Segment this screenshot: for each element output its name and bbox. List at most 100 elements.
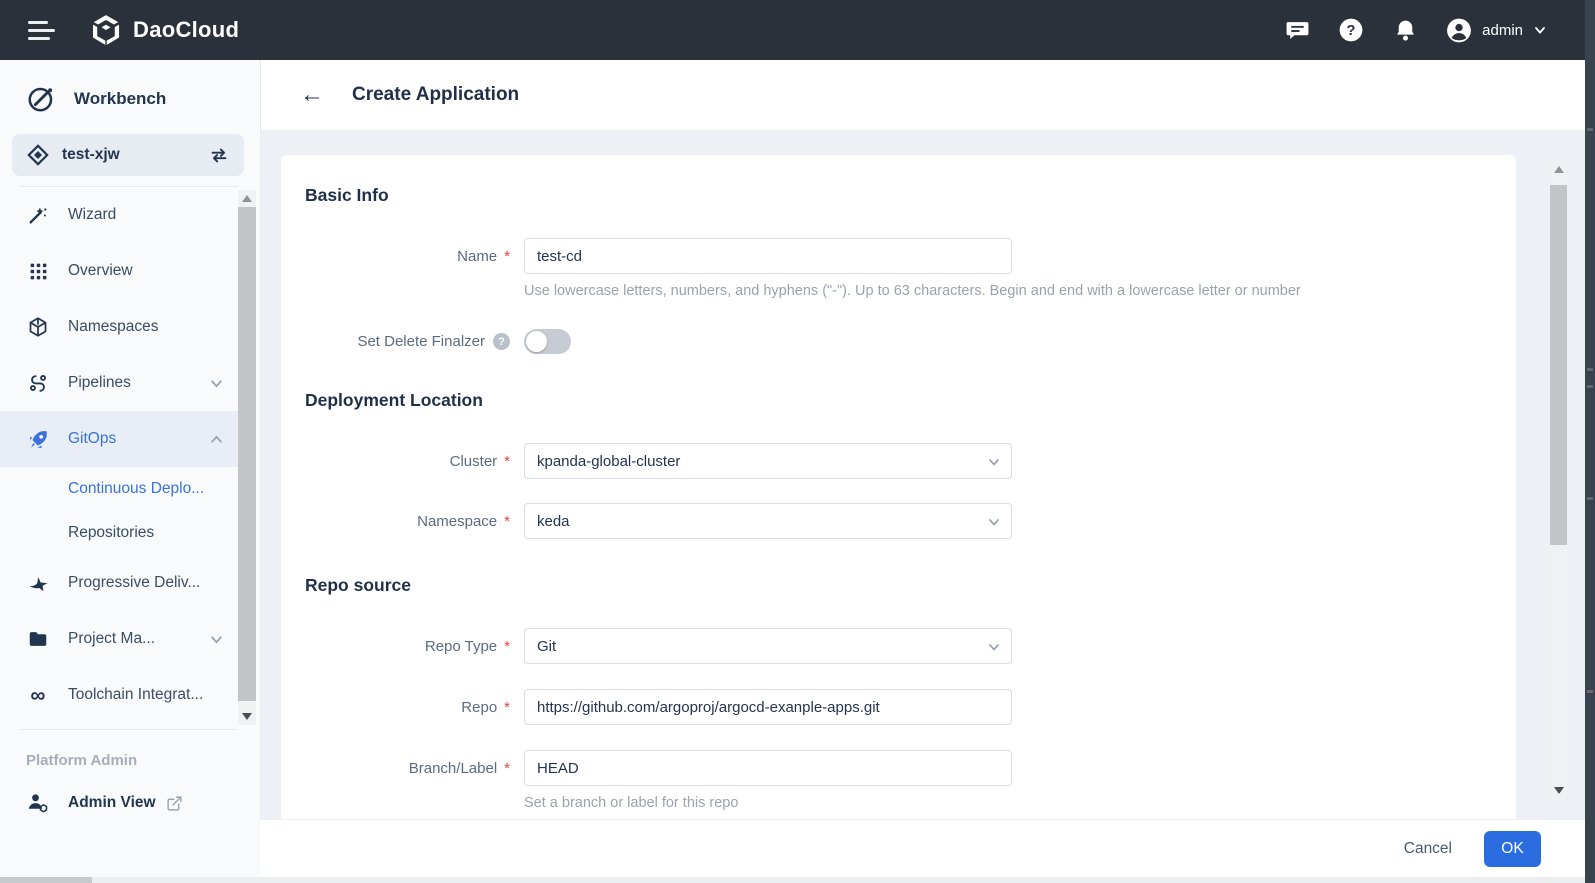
branch-field-row: Branch/Label * [305, 750, 1516, 786]
sidebar-item-wizard[interactable]: Wizard [0, 187, 238, 243]
section-basic-info: Basic Info [305, 185, 1516, 206]
repo-type-field-row: Repo Type * Git [305, 628, 1516, 664]
workbench-icon [26, 84, 56, 114]
admin-user-icon [26, 791, 50, 815]
sidebar-item-overview[interactable]: Overview [0, 243, 238, 299]
form-footer: Cancel OK [260, 819, 1585, 877]
chevron-up-icon [209, 432, 224, 447]
horizontal-scrollbar [0, 877, 1585, 883]
wand-icon [26, 204, 50, 226]
required-marker: * [504, 760, 510, 777]
chevron-down-icon [209, 376, 224, 391]
cluster-select-value: kpanda-global-cluster [537, 453, 680, 470]
sidebar-subitem-continuous-deployment[interactable]: Continuous Deplo... [0, 467, 260, 511]
workbench-label: Workbench [74, 89, 166, 109]
finalizer-toggle[interactable] [524, 329, 571, 354]
scrollbar-thumb[interactable] [1550, 185, 1567, 545]
app-header: DaoCloud ? [0, 0, 1595, 60]
required-marker: * [504, 248, 510, 265]
sidebar-divider [20, 729, 238, 730]
ok-button[interactable]: OK [1484, 831, 1541, 867]
sidebar-subitem-repositories[interactable]: Repositories [0, 511, 260, 555]
user-name: admin [1482, 22, 1523, 39]
page-title: Create Application [352, 84, 519, 106]
header-actions: ? admin [1284, 17, 1547, 43]
sidebar-subitem-label: Continuous Deplo... [68, 480, 204, 498]
namespace-select[interactable]: keda [524, 503, 1012, 539]
name-input[interactable] [524, 238, 1012, 274]
sidebar-scrollbar [238, 190, 256, 725]
bird-icon [26, 572, 50, 595]
name-field-row: Name * [305, 238, 1516, 274]
rocket-icon [26, 428, 50, 451]
workspace-selector[interactable]: test-xjw [12, 134, 244, 176]
switch-workspace-icon[interactable] [208, 144, 230, 166]
sidebar-item-toolchain-integration[interactable]: ∞ Toolchain Integrat... [0, 667, 238, 723]
brand-name: DaoCloud [133, 17, 239, 43]
name-label: Name [457, 248, 497, 265]
branch-input[interactable] [524, 750, 1012, 786]
sidebar-item-label: Toolchain Integrat... [68, 686, 203, 704]
section-repo-source: Repo source [305, 575, 1516, 596]
sidebar-item-label: Project Ma... [68, 630, 155, 648]
scrollbar-thumb[interactable] [0, 877, 92, 883]
required-marker: * [504, 453, 510, 470]
sidebar-item-label: Wizard [68, 206, 116, 224]
svg-text:?: ? [1347, 23, 1356, 39]
sidebar-item-progressive-delivery[interactable]: Progressive Deliv... [0, 555, 238, 611]
sidebar-item-pipelines[interactable]: Pipelines [0, 355, 238, 411]
sidebar-item-gitops[interactable]: GitOps [0, 411, 238, 467]
sidebar-item-project-management[interactable]: Project Ma... [0, 611, 238, 667]
sidebar-subitem-label: Repositories [68, 524, 154, 542]
back-arrow-icon[interactable]: ← [300, 83, 324, 107]
feedback-icon[interactable] [1284, 17, 1310, 43]
chevron-down-icon [987, 640, 1001, 658]
chevron-down-icon [987, 455, 1001, 473]
finalizer-label: Set Delete Finalzer [357, 333, 485, 350]
branch-helper-text: Set a branch or label for this repo [524, 795, 1516, 811]
chevron-down-icon [209, 632, 224, 647]
scroll-up-arrow[interactable] [1554, 166, 1564, 173]
folder-icon [26, 628, 50, 650]
namespace-field-row: Namespace * keda [305, 503, 1516, 539]
avatar [1446, 17, 1472, 43]
sidebar-item-label: Pipelines [68, 374, 131, 392]
sidebar-item-namespaces[interactable]: Namespaces [0, 299, 238, 355]
sidebar-header-workbench[interactable]: Workbench [0, 60, 260, 132]
sidebar-menu: Wizard Overview [0, 187, 260, 723]
infinity-icon: ∞ [26, 685, 50, 706]
user-menu[interactable]: admin [1446, 17, 1547, 43]
scroll-up-arrow[interactable] [242, 195, 252, 202]
scrollbar-thumb[interactable] [238, 207, 256, 701]
scroll-down-arrow[interactable] [1554, 787, 1564, 794]
required-marker: * [504, 513, 510, 530]
cluster-select[interactable]: kpanda-global-cluster [524, 443, 1012, 479]
namespace-label: Namespace [417, 513, 497, 530]
sidebar-item-label: GitOps [68, 430, 116, 448]
repo-type-label: Repo Type [425, 638, 497, 655]
namespace-select-value: keda [537, 513, 570, 530]
finalizer-help-icon[interactable]: ? [493, 333, 510, 350]
app-root: DaoCloud ? [0, 0, 1595, 883]
help-icon[interactable]: ? [1338, 17, 1364, 43]
sidebar-item-admin-view[interactable]: Admin View [0, 775, 260, 831]
repo-field-row: Repo * [305, 689, 1516, 725]
admin-view-label: Admin View [68, 794, 156, 812]
repo-input[interactable] [524, 689, 1012, 725]
workspace-name: test-xjw [62, 146, 120, 164]
name-helper-text: Use lowercase letters, numbers, and hyph… [524, 283, 1516, 299]
menu-toggle-icon[interactable] [28, 21, 55, 40]
cluster-field-row: Cluster * kpanda-global-cluster [305, 443, 1516, 479]
grid-icon [26, 261, 50, 282]
content-scrollbar [1550, 160, 1567, 800]
repo-type-select-value: Git [537, 638, 556, 655]
finalizer-row: Set Delete Finalzer ? [305, 329, 1516, 354]
brand[interactable]: DaoCloud [89, 13, 239, 47]
scroll-down-arrow[interactable] [242, 713, 252, 720]
required-marker: * [504, 638, 510, 655]
repo-type-select[interactable]: Git [524, 628, 1012, 664]
sidebar-item-label: Overview [68, 262, 133, 280]
notifications-bell-icon[interactable] [1392, 17, 1418, 43]
external-link-icon [166, 795, 183, 812]
cancel-button[interactable]: Cancel [1390, 832, 1466, 866]
